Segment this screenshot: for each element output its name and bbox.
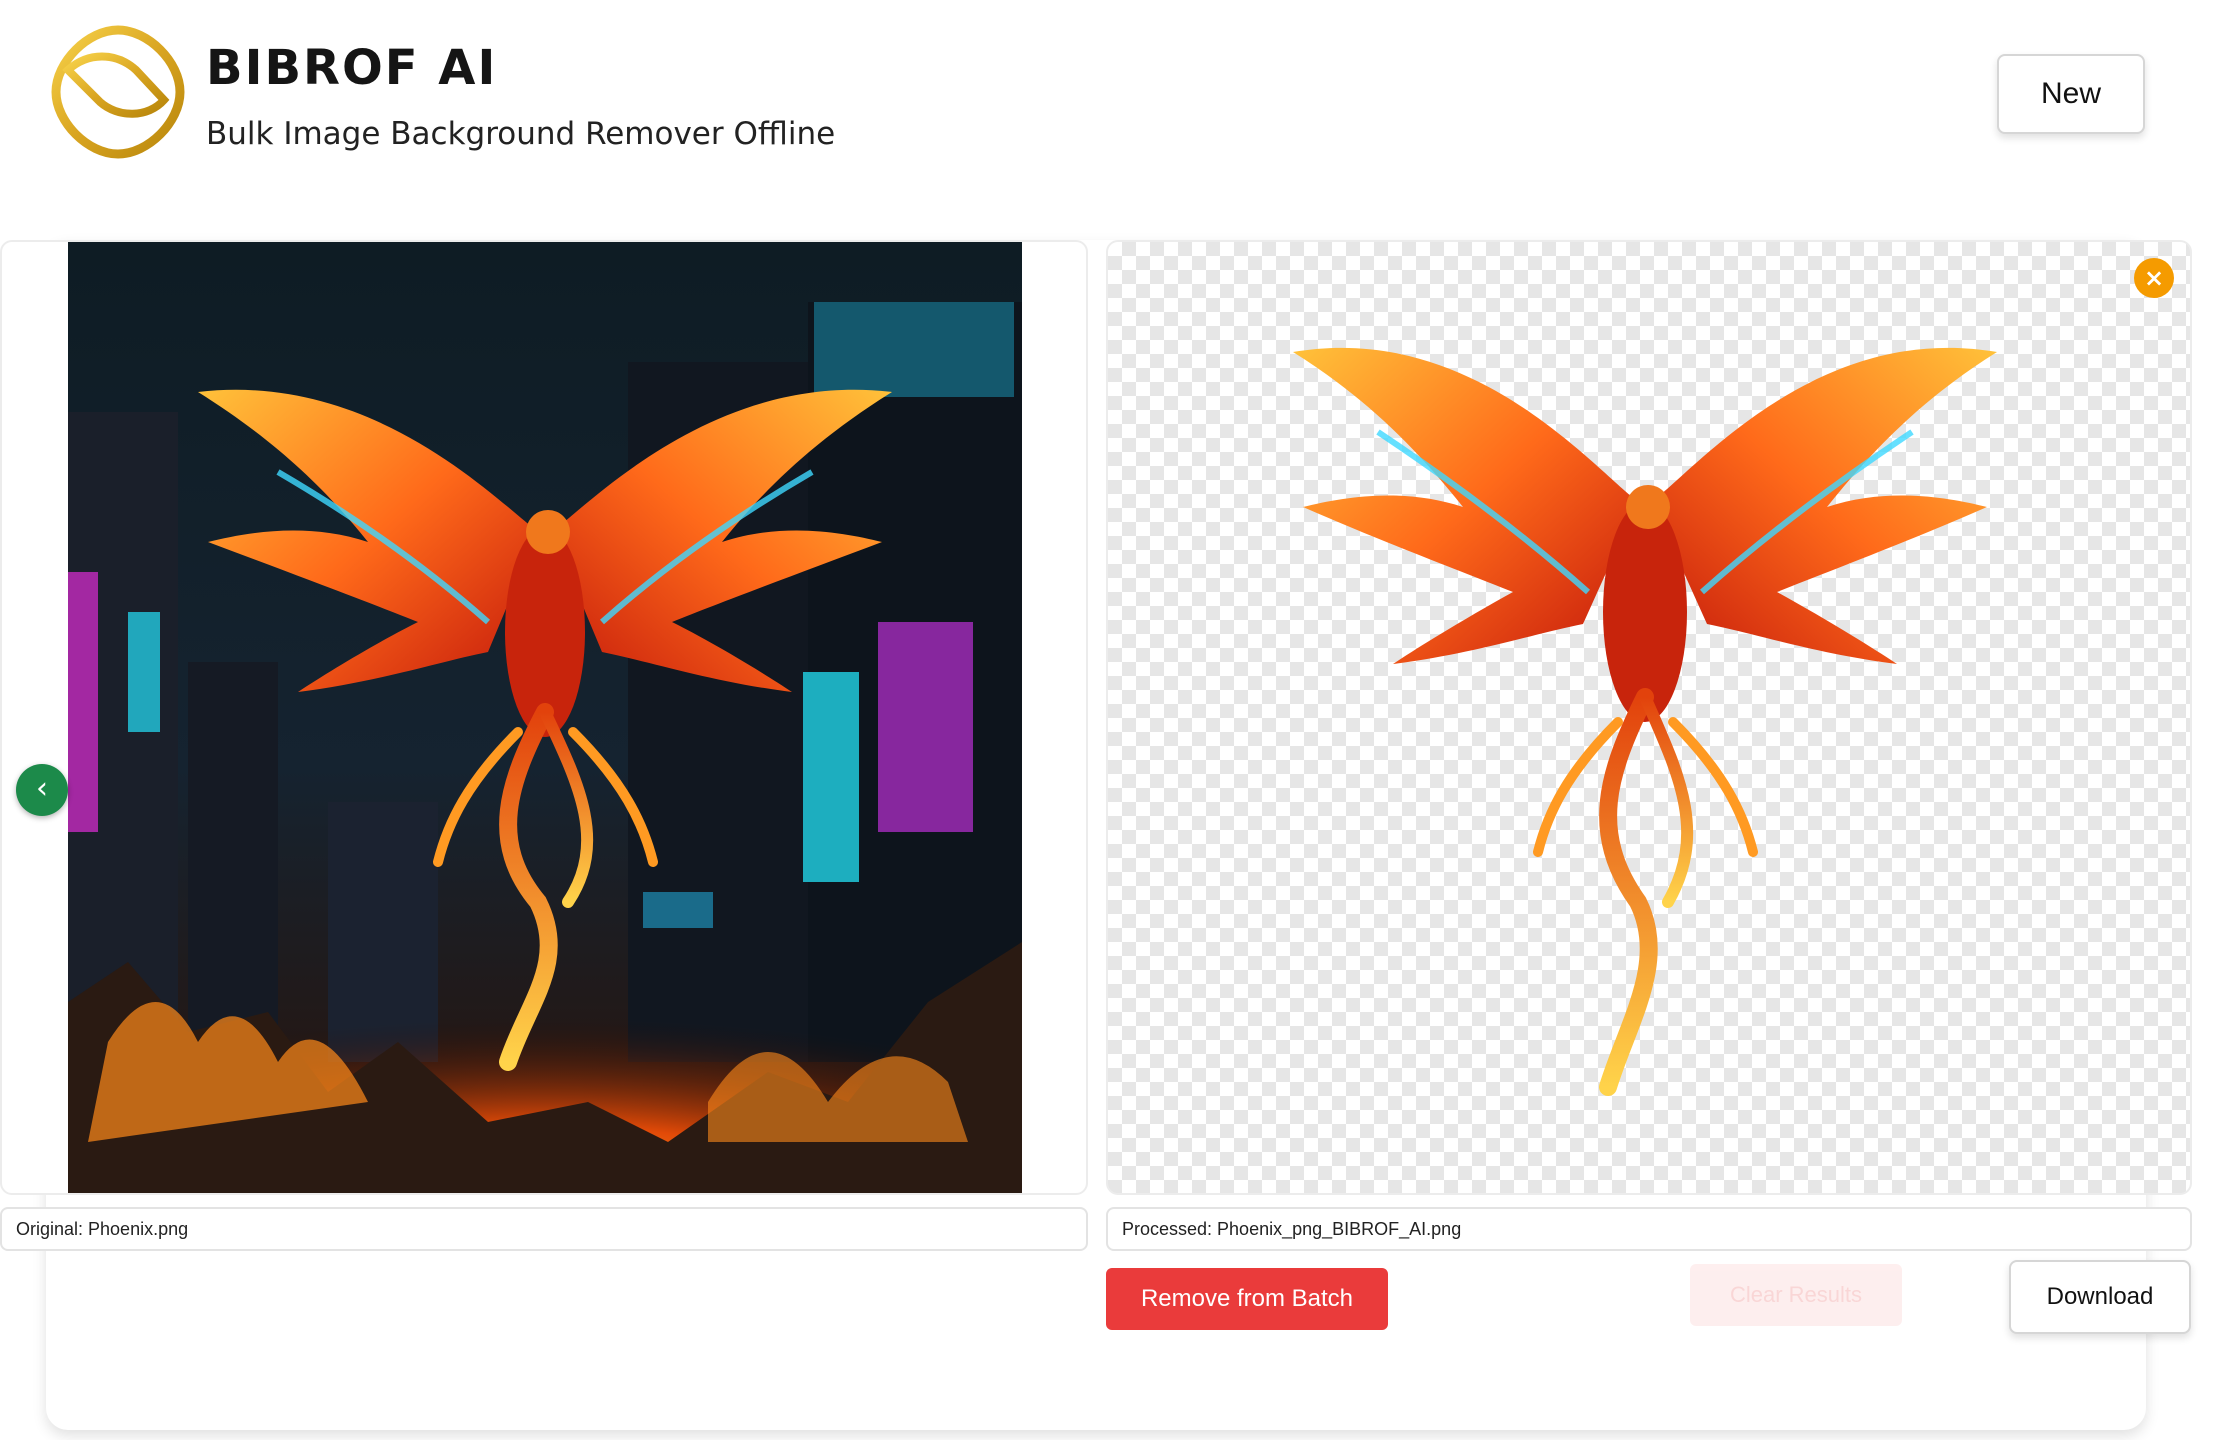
processed-caption: Processed: Phoenix_png_BIBROF_AI.png [1106, 1207, 2192, 1251]
phoenix-city-image [68, 242, 1022, 1193]
gold-ring-logo-icon [51, 25, 185, 159]
brand-title: BIBROF AI [206, 40, 498, 96]
previous-image-button[interactable]: ‹ [16, 764, 68, 816]
close-icon[interactable]: × [2134, 258, 2174, 298]
new-button[interactable]: New [1997, 54, 2145, 134]
clear-results-button: Clear Results [1690, 1264, 1902, 1326]
brand-subtitle: Bulk Image Background Remover Offline [206, 116, 836, 152]
original-image-panel [0, 240, 1088, 1195]
download-button[interactable]: Download [2009, 1260, 2191, 1334]
processed-image-panel [1106, 240, 2192, 1195]
original-image [68, 242, 1022, 1193]
app-page: BIBROF AI Bulk Image Background Remover … [0, 0, 2214, 1440]
remove-from-batch-button[interactable]: Remove from Batch [1106, 1268, 1388, 1330]
original-caption: Original: Phoenix.png [0, 1207, 1088, 1251]
phoenix-cutout-image [1293, 347, 1997, 1096]
